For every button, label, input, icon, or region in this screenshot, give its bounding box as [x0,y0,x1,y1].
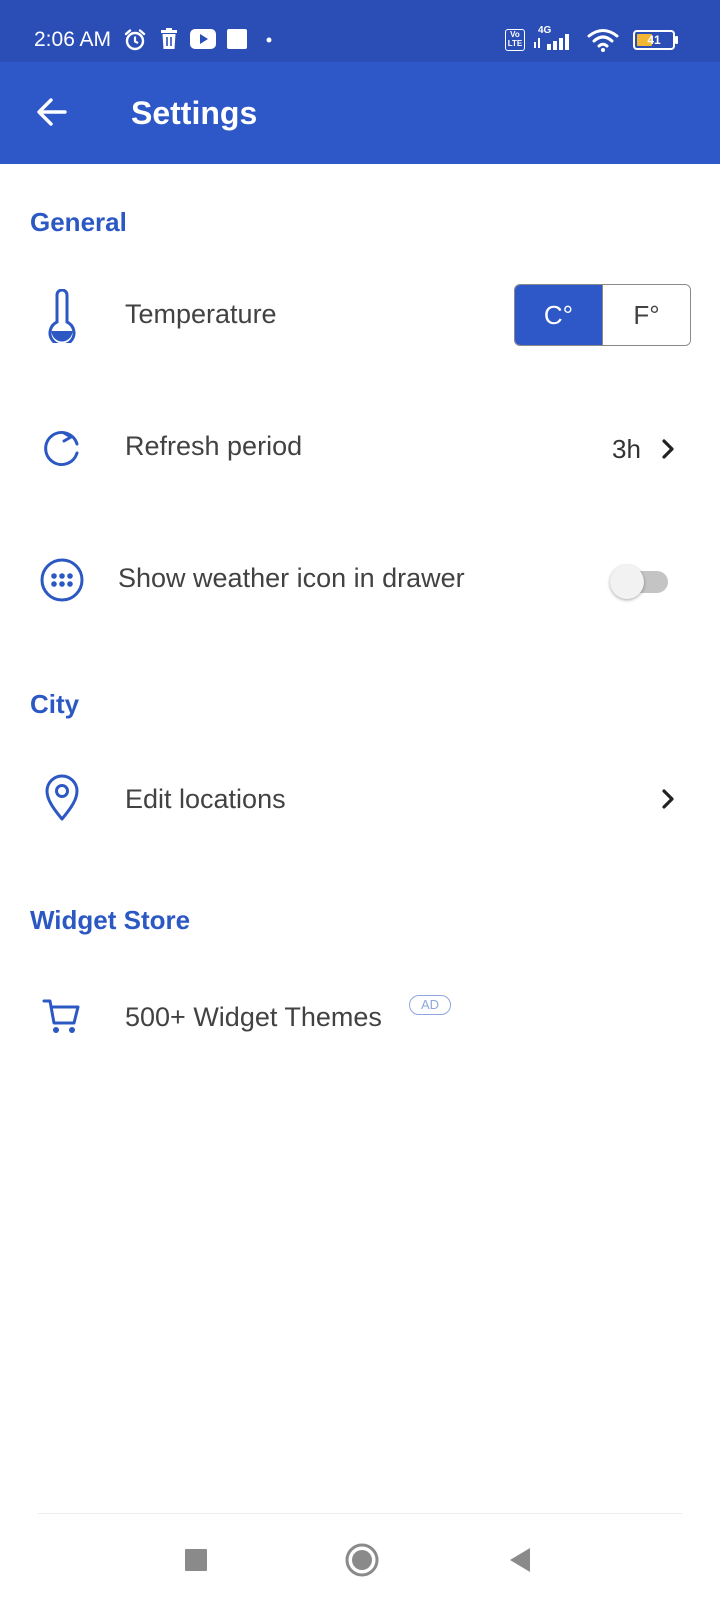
drawer-icon-label: Show weather icon in drawer [118,563,465,593]
status-bar: 2:06 AM Vo LTE 4G 41 [0,0,720,62]
nav-divider [38,1513,682,1514]
celsius-button[interactable]: C° [515,285,602,345]
back-button[interactable] [24,84,80,140]
battery-tip [675,36,678,44]
arrow-left-icon [37,98,67,126]
alarm-icon [124,29,146,51]
square-notification-icon [227,29,247,49]
edit-locations-row[interactable]: Edit locations [0,748,720,848]
recents-square-icon [185,1549,207,1571]
widget-themes-row[interactable]: 500+ Widget Themes [0,966,720,1066]
battery-icon: 41 [633,30,675,50]
app-drawer-icon [30,548,94,612]
home-circle-icon [345,1543,379,1577]
home-button[interactable] [334,1532,390,1588]
recents-button[interactable] [172,1536,220,1584]
fahrenheit-button[interactable]: F° [602,285,690,345]
refresh-period-label: Refresh period [125,431,303,461]
signal-icon [534,34,569,50]
chevron-right-icon[interactable] [657,782,681,816]
cart-icon [30,984,94,1048]
battery-level: 41 [647,33,661,47]
section-header-city: City [30,689,80,719]
section-header-general: General [30,207,127,237]
thermometer-icon [30,284,94,348]
dot-icon [266,37,272,43]
edit-locations-label: Edit locations [125,784,286,814]
temperature-unit-toggle: C° F° [514,284,691,346]
ad-badge: AD [409,995,451,1015]
section-header-widget-store: Widget Store [30,905,191,935]
refresh-period-value: 3h [612,434,641,464]
refresh-icon [30,416,94,480]
trash-icon [161,28,177,49]
app-bar: Settings [0,62,720,164]
wifi-icon [587,29,619,52]
chevron-right-icon[interactable] [657,432,681,466]
temperature-label: Temperature [125,299,277,329]
youtube-icon [190,29,216,49]
drawer-icon-switch[interactable] [610,565,670,599]
back-triangle-icon [510,1548,530,1572]
location-pin-icon [30,766,94,830]
volte-icon: Vo LTE [505,29,525,51]
widget-themes-label: 500+ Widget Themes [125,1002,382,1032]
page-title: Settings [131,95,258,131]
back-nav-button[interactable] [496,1536,544,1584]
switch-thumb [610,565,644,599]
status-time: 2:06 AM [34,28,112,51]
